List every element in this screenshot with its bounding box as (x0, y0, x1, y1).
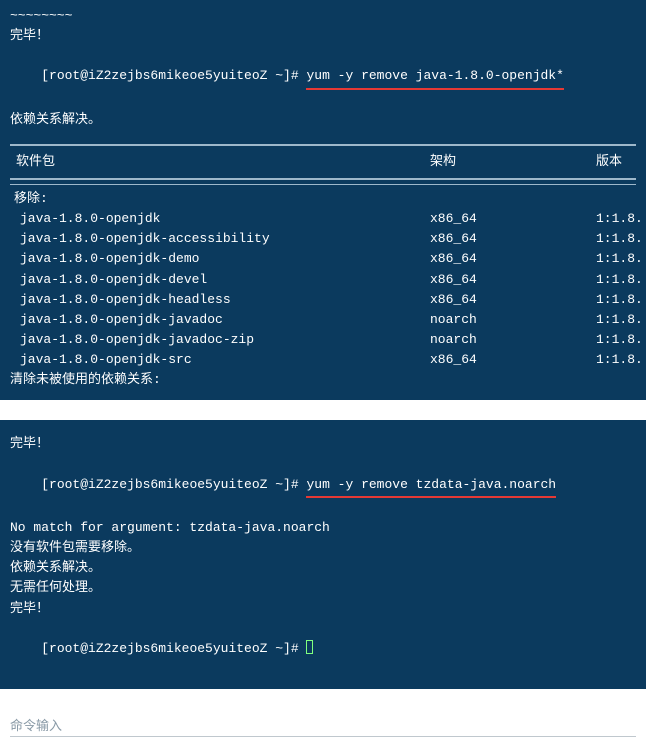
deps-line-2: 依赖关系解决。 (10, 558, 636, 578)
command-input-label[interactable]: 命令输入 (0, 709, 646, 734)
done2-line: 完毕！ (10, 599, 636, 619)
cell-version: 1:1.8. (596, 229, 643, 249)
no-match-line: No match for argument: tzdata-java.noarc… (10, 518, 636, 538)
table-row: java-1.8.0-openjdk-develx86_641:1.8. (10, 270, 636, 290)
table-row: java-1.8.0-openjdk-demox86_641:1.8. (10, 249, 636, 269)
table-row: java-1.8.0-openjdk-javadoc-zipnoarch1:1.… (10, 330, 636, 350)
cell-package: java-1.8.0-openjdk-demo (10, 249, 430, 269)
cell-package: java-1.8.0-openjdk-accessibility (10, 229, 430, 249)
done-line: 完毕！ (10, 26, 636, 46)
cell-arch: noarch (430, 310, 596, 330)
cell-version: 1:1.8. (596, 350, 643, 370)
cell-package: java-1.8.0-openjdk (10, 209, 430, 229)
no-pkg-line: 没有软件包需要移除。 (10, 538, 636, 558)
typed-command: yum -y remove java-1.8.0-openjdk* (306, 66, 563, 89)
prompt-line-2: [root@iZ2zejbs6mikeoe5yuiteoZ ~]# yum -y… (10, 455, 636, 518)
header-arch: 架构 (430, 152, 596, 172)
shell-prompt-3: [root@iZ2zejbs6mikeoe5yuiteoZ ~]# (41, 641, 306, 656)
table-row: java-1.8.0-openjdk-accessibilityx86_641:… (10, 229, 636, 249)
prompt-line-1: [root@iZ2zejbs6mikeoe5yuiteoZ ~]# yum -y… (10, 46, 636, 109)
garbled-line: ~~~~~~~~ (10, 6, 636, 26)
cell-arch: noarch (430, 330, 596, 350)
terminal-output-1: ~~~~~~~~ 完毕！ [root@iZ2zejbs6mikeoe5yuite… (0, 0, 646, 400)
cursor-icon (306, 640, 313, 654)
cell-version: 1:1.8. (596, 290, 643, 310)
cell-version: 1:1.8. (596, 330, 643, 350)
cell-package: java-1.8.0-openjdk-javadoc-zip (10, 330, 430, 350)
cell-package: java-1.8.0-openjdk-javadoc (10, 310, 430, 330)
deps-line: 依赖关系解决。 (10, 110, 636, 130)
cell-package: java-1.8.0-openjdk-devel (10, 270, 430, 290)
cleanup-line: 清除未被使用的依赖关系: (10, 370, 636, 390)
nothing-line: 无需任何处理。 (10, 578, 636, 598)
cell-arch: x86_64 (430, 229, 596, 249)
table-header-row: 软件包 架构 版本 (10, 144, 636, 180)
shell-prompt-2: [root@iZ2zejbs6mikeoe5yuiteoZ ~]# (41, 477, 306, 492)
table-row: java-1.8.0-openjdk-headlessx86_641:1.8. (10, 290, 636, 310)
cell-arch: x86_64 (430, 350, 596, 370)
shell-prompt: [root@iZ2zejbs6mikeoe5yuiteoZ ~]# (41, 68, 306, 83)
prompt-line-3[interactable]: [root@iZ2zejbs6mikeoe5yuiteoZ ~]# (10, 619, 636, 679)
cell-arch: x86_64 (430, 290, 596, 310)
done-line-2: 完毕！ (10, 434, 636, 454)
header-version: 版本 (596, 152, 636, 172)
table-rule (10, 184, 636, 185)
typed-command-2: yum -y remove tzdata-java.noarch (306, 475, 556, 498)
cell-arch: x86_64 (430, 270, 596, 290)
cell-version: 1:1.8. (596, 249, 643, 269)
package-rows: java-1.8.0-openjdkx86_641:1.8.java-1.8.0… (10, 209, 636, 370)
remove-section-label: 移除: (10, 189, 636, 209)
table-row: java-1.8.0-openjdk-javadocnoarch1:1.8. (10, 310, 636, 330)
table-row: java-1.8.0-openjdk-srcx86_641:1.8. (10, 350, 636, 370)
cell-package: java-1.8.0-openjdk-headless (10, 290, 430, 310)
terminal-output-2: 完毕！ [root@iZ2zejbs6mikeoe5yuiteoZ ~]# yu… (0, 420, 646, 689)
cell-version: 1:1.8. (596, 209, 643, 229)
cell-version: 1:1.8. (596, 270, 643, 290)
cell-arch: x86_64 (430, 249, 596, 269)
cell-version: 1:1.8. (596, 310, 643, 330)
header-package: 软件包 (10, 152, 430, 172)
cell-package: java-1.8.0-openjdk-src (10, 350, 430, 370)
table-row: java-1.8.0-openjdkx86_641:1.8. (10, 209, 636, 229)
cell-arch: x86_64 (430, 209, 596, 229)
